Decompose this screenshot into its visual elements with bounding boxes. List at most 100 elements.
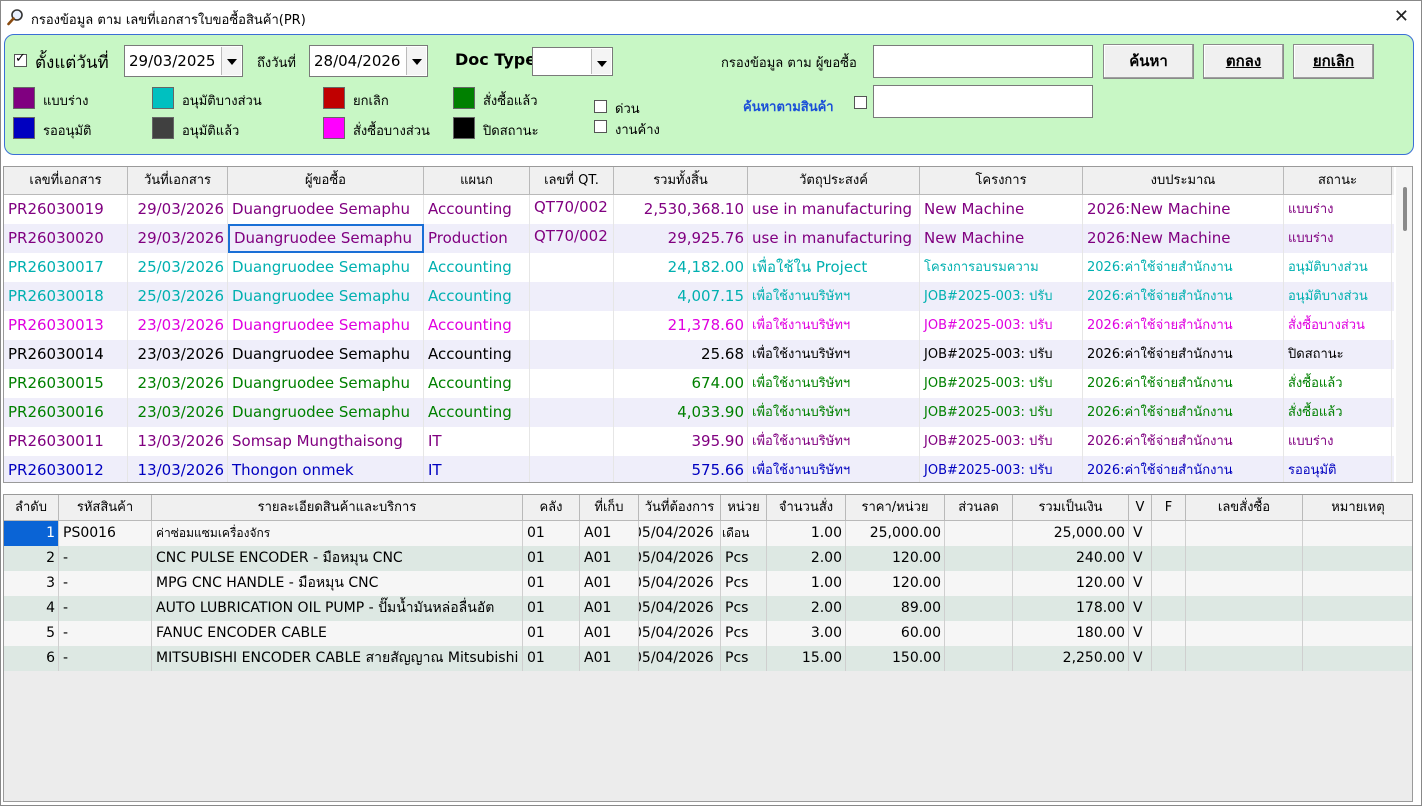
item-cell-amount[interactable]: 2,250.00 xyxy=(1013,646,1129,671)
pr-cell-qt[interactable] xyxy=(530,253,614,282)
pr-cell-date[interactable]: 29/03/2026 xyxy=(128,195,228,224)
item-cell-wh[interactable]: 01 xyxy=(523,546,580,571)
pr-cell-date[interactable]: 23/03/2026 xyxy=(128,340,228,369)
item-cell-v[interactable]: V xyxy=(1129,596,1152,621)
pr-cell-buyer[interactable]: Duangruodee Semaphu xyxy=(228,224,424,253)
pr-cell-dept[interactable]: IT xyxy=(424,456,530,482)
pr-cell-doc[interactable]: PR26030019 xyxy=(4,195,128,224)
item-cell-no[interactable]: 3 xyxy=(4,571,59,596)
cancel-button[interactable]: ยกเลิก xyxy=(1293,44,1374,79)
pr-cell-project[interactable]: JOB#2025-003: ปรับ xyxy=(920,311,1083,340)
pr-header-budget[interactable]: งบประมาณ xyxy=(1083,167,1284,195)
item-header-code[interactable]: รหัสสินค้า xyxy=(59,495,152,521)
pr-cell-purpose[interactable]: use in manufacturing xyxy=(748,224,920,253)
item-header-f[interactable]: F xyxy=(1152,495,1186,521)
item-header-price[interactable]: ราคา/หน่วย xyxy=(846,495,945,521)
item-cell-amount[interactable]: 120.00 xyxy=(1013,571,1129,596)
item-cell-loc[interactable]: A01 xyxy=(580,621,639,646)
pr-header-doc[interactable]: เลขที่เอกสาร xyxy=(4,167,128,195)
item-cell-need[interactable]: 05/04/2026 xyxy=(639,621,721,646)
pr-cell-status[interactable]: แบบร่าง xyxy=(1284,224,1392,253)
item-header-no[interactable]: ลำดับ xyxy=(4,495,59,521)
item-table-row[interactable]: 1 PS0016 ค่าซ่อมแซมเครื่องจักร 01 A01 05/04/2… xyxy=(4,521,1412,546)
pr-cell-qt[interactable] xyxy=(530,369,614,398)
item-cell-unit[interactable]: Pcs xyxy=(721,596,767,621)
pr-cell-status[interactable]: อนุมัติบางส่วน xyxy=(1284,282,1392,311)
item-cell-need[interactable]: 05/04/2026 xyxy=(639,546,721,571)
item-cell-code[interactable]: - xyxy=(59,621,152,646)
pr-cell-date[interactable]: 23/03/2026 xyxy=(128,398,228,427)
item-cell-disc[interactable] xyxy=(945,521,1013,546)
pr-grid-scrollbar[interactable] xyxy=(1396,167,1412,482)
item-cell-wh[interactable]: 01 xyxy=(523,571,580,596)
item-cell-unit[interactable]: Pcs xyxy=(721,571,767,596)
item-cell-note[interactable] xyxy=(1303,571,1412,596)
item-cell-desc[interactable]: MPG CNC HANDLE - มือหมุน CNC xyxy=(152,571,523,596)
item-cell-price[interactable]: 120.00 xyxy=(846,571,945,596)
pr-table-row[interactable]: PR26030017 25/03/2026 Duangruodee Semaphu A… xyxy=(4,253,1394,282)
item-cell-disc[interactable] xyxy=(945,571,1013,596)
item-cell-qty[interactable]: 15.00 xyxy=(767,646,846,671)
item-header-v[interactable]: V xyxy=(1129,495,1152,521)
item-table-row[interactable]: 3- MPG CNC HANDLE - มือหมุน CNC 01 A01 05/04… xyxy=(4,571,1412,596)
product-input[interactable] xyxy=(873,85,1093,118)
item-cell-need[interactable]: 05/04/2026 xyxy=(639,596,721,621)
item-table-row[interactable]: 6- MITSUBISHI ENCODER CABLE สายสัญญาณ Mit… xyxy=(4,646,1412,671)
pr-cell-dept[interactable]: Accounting xyxy=(424,398,530,427)
pr-table-row[interactable]: PR26030014 23/03/2026 Duangruodee Semaphu A… xyxy=(4,340,1394,369)
item-cell-desc[interactable]: MITSUBISHI ENCODER CABLE สายสัญญาณ Mitsu… xyxy=(152,646,523,671)
pr-cell-dept[interactable]: Accounting xyxy=(424,369,530,398)
pr-cell-project[interactable]: โครงการอบรมความ xyxy=(920,253,1083,282)
pr-cell-budget[interactable]: 2026:ค่าใช้จ่ายสำนักงาน xyxy=(1083,340,1284,369)
pr-cell-buyer[interactable]: Duangruodee Semaphu xyxy=(228,340,424,369)
item-cell-amount[interactable]: 25,000.00 xyxy=(1013,521,1129,546)
item-cell-price[interactable]: 25,000.00 xyxy=(846,521,945,546)
pr-cell-doc[interactable]: PR26030011 xyxy=(4,427,128,456)
item-header-disc[interactable]: ส่วนลด xyxy=(945,495,1013,521)
item-cell-no[interactable]: 6 xyxy=(4,646,59,671)
item-cell-loc[interactable]: A01 xyxy=(580,546,639,571)
pr-cell-project[interactable]: JOB#2025-003: ปรับ xyxy=(920,340,1083,369)
pr-cell-dept[interactable]: Accounting xyxy=(424,340,530,369)
pr-cell-doc[interactable]: PR26030017 xyxy=(4,253,128,282)
item-cell-unit[interactable]: Pcs xyxy=(721,646,767,671)
pr-cell-purpose[interactable]: เพื่อใช้ใน Project xyxy=(748,253,920,282)
close-icon[interactable]: ✕ xyxy=(1394,6,1409,27)
pr-header-project[interactable]: โครงการ xyxy=(920,167,1083,195)
pr-cell-status[interactable]: ปิดสถานะ xyxy=(1284,340,1392,369)
item-cell-note[interactable] xyxy=(1303,596,1412,621)
pr-cell-qt[interactable]: QT70/002 xyxy=(530,195,614,224)
pr-cell-date[interactable]: 25/03/2026 xyxy=(128,253,228,282)
pr-cell-date[interactable]: 13/03/2026 xyxy=(128,456,228,482)
item-cell-price[interactable]: 150.00 xyxy=(846,646,945,671)
item-cell-code[interactable]: - xyxy=(59,646,152,671)
pr-header-dept[interactable]: แผนก xyxy=(424,167,530,195)
pr-cell-purpose[interactable]: เพื่อใช้งานบริษัทฯ xyxy=(748,282,920,311)
item-cell-desc[interactable]: FANUC ENCODER CABLE xyxy=(152,621,523,646)
item-header-desc[interactable]: รายละเอียดสินค้าและบริการ xyxy=(152,495,523,521)
item-cell-code[interactable]: PS0016 xyxy=(59,521,152,546)
item-cell-wh[interactable]: 01 xyxy=(523,621,580,646)
pr-cell-purpose[interactable]: เพื่อใช้งานบริษัทฯ xyxy=(748,427,920,456)
pr-cell-dept[interactable]: Accounting xyxy=(424,195,530,224)
item-cell-amount[interactable]: 240.00 xyxy=(1013,546,1129,571)
doctype-select[interactable] xyxy=(532,47,613,76)
pr-cell-qt[interactable] xyxy=(530,282,614,311)
item-cell-v[interactable]: V xyxy=(1129,571,1152,596)
item-cell-note[interactable] xyxy=(1303,646,1412,671)
item-cell-amount[interactable]: 178.00 xyxy=(1013,596,1129,621)
item-cell-note[interactable] xyxy=(1303,621,1412,646)
item-cell-po[interactable] xyxy=(1186,546,1303,571)
pr-header-date[interactable]: วันที่เอกสาร xyxy=(128,167,228,195)
item-cell-code[interactable]: - xyxy=(59,571,152,596)
pr-cell-status[interactable]: แบบร่าง xyxy=(1284,427,1392,456)
item-table-row[interactable]: 2- CNC PULSE ENCODER - มือหมุน CNC 01 A01 05… xyxy=(4,546,1412,571)
pr-cell-dept[interactable]: Accounting xyxy=(424,253,530,282)
item-cell-v[interactable]: V xyxy=(1129,521,1152,546)
item-header-note[interactable]: หมายเหตุ xyxy=(1303,495,1412,521)
item-cell-po[interactable] xyxy=(1186,571,1303,596)
pr-cell-qt[interactable] xyxy=(530,311,614,340)
item-cell-disc[interactable] xyxy=(945,596,1013,621)
pr-cell-buyer[interactable]: Duangruodee Semaphu xyxy=(228,195,424,224)
chevron-down-icon[interactable] xyxy=(406,47,426,75)
